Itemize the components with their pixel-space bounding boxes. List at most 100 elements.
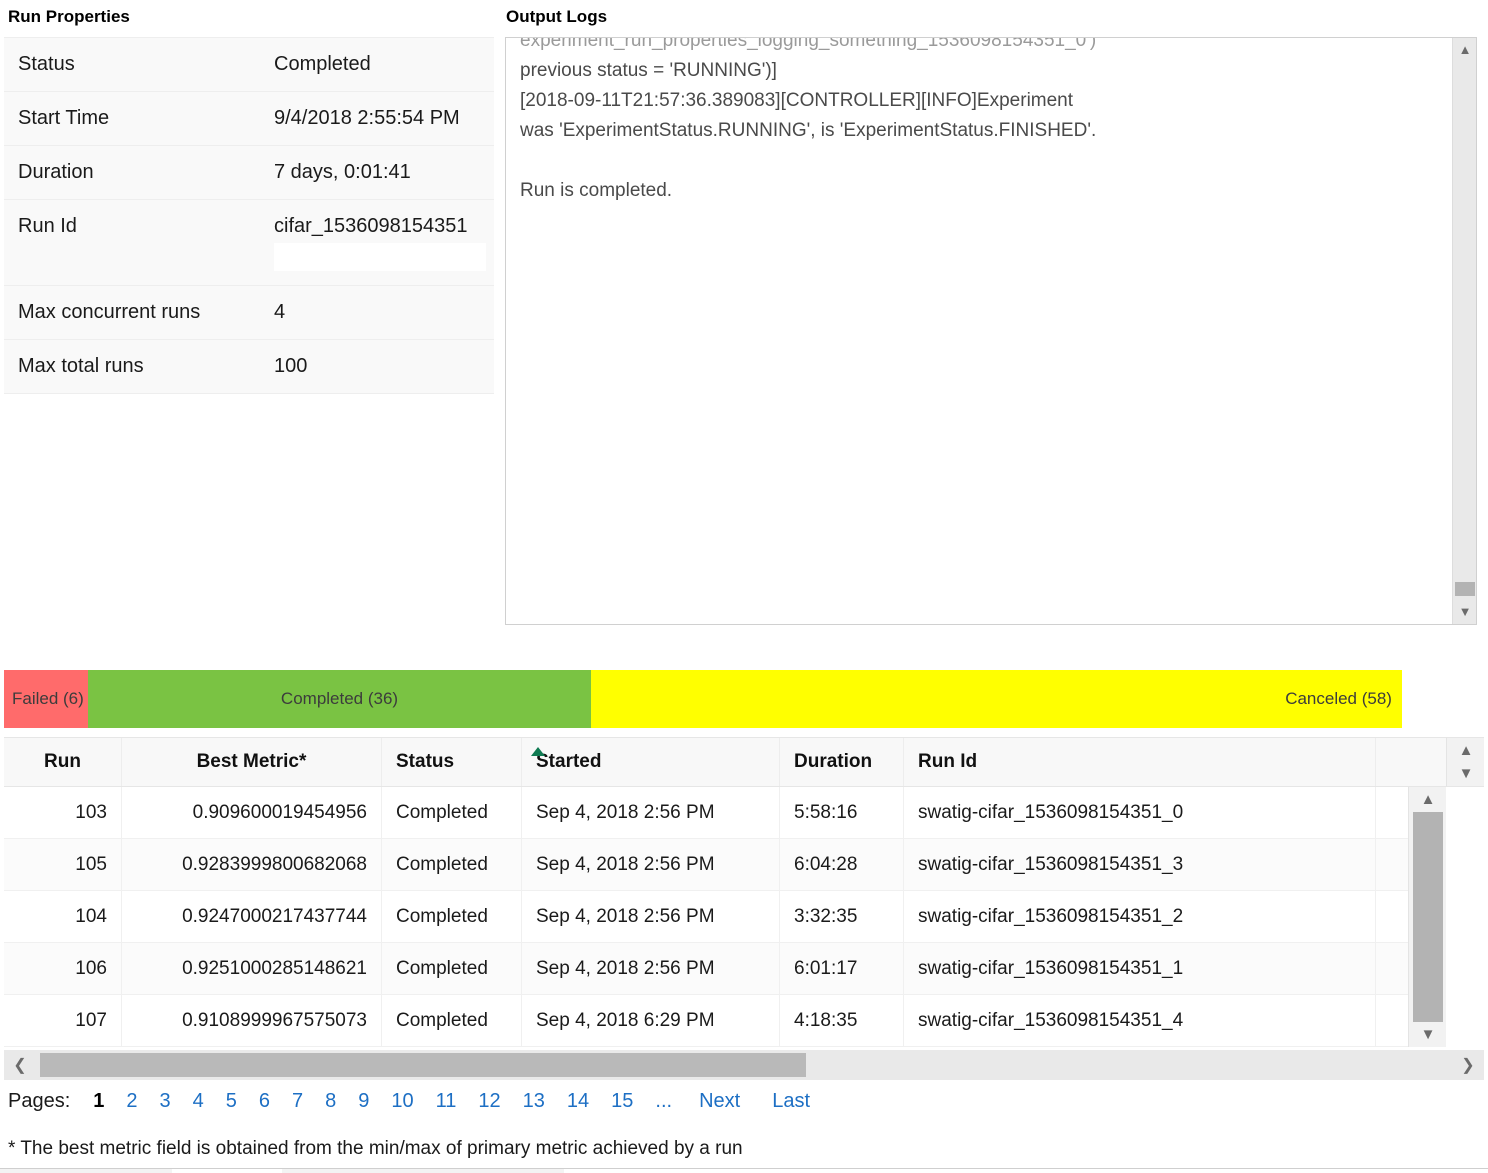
property-key: Run Id xyxy=(4,199,260,285)
page-bottom-edge xyxy=(0,1168,1488,1173)
table-row[interactable]: 107 0.9108999967575073 Completed Sep 4, … xyxy=(4,995,1446,1047)
output-logs-body: previous status = 'RUNNING')] [2018-09-1… xyxy=(520,60,1096,201)
scroll-left-icon[interactable]: ❮ xyxy=(4,1050,36,1080)
run-properties-table: Status Completed Start Time 9/4/2018 2:5… xyxy=(4,37,494,394)
cell-run: 107 xyxy=(4,995,122,1046)
cell-status: Completed xyxy=(382,787,522,838)
cell-best-metric: 0.9283999800682068 xyxy=(122,839,382,890)
sort-ascending-icon xyxy=(531,747,545,756)
output-logs-content: experiment_run_properties_logging_someth… xyxy=(520,37,1430,206)
run-details-page: Run Properties Status Completed Start Ti… xyxy=(0,0,1488,1173)
status-segment-label: Completed (36) xyxy=(88,689,591,709)
cell-status: Completed xyxy=(382,995,522,1046)
page-link-2[interactable]: 2 xyxy=(126,1090,137,1113)
cell-best-metric: 0.9108999967575073 xyxy=(122,995,382,1046)
column-header-started[interactable]: Started xyxy=(522,738,780,786)
best-metric-footnote: * The best metric field is obtained from… xyxy=(8,1138,743,1160)
column-header-started-label: Started xyxy=(536,751,601,773)
column-header-status[interactable]: Status xyxy=(382,738,522,786)
page-link-4[interactable]: 4 xyxy=(193,1090,204,1113)
table-row[interactable]: 106 0.9251000285148621 Completed Sep 4, … xyxy=(4,943,1446,995)
page-link-10[interactable]: 10 xyxy=(391,1090,413,1113)
run-properties-panel: Run Properties Status Completed Start Ti… xyxy=(4,8,494,394)
output-logs-scrollbar[interactable]: ▲ ▼ xyxy=(1452,38,1476,624)
property-value: 4 xyxy=(260,285,494,339)
cell-duration: 5:58:16 xyxy=(780,787,904,838)
scrollbar-thumb[interactable] xyxy=(40,1053,806,1077)
cell-started: Sep 4, 2018 2:56 PM xyxy=(522,891,780,942)
page-link-14[interactable]: 14 xyxy=(567,1090,589,1113)
table-row: Max total runs 100 xyxy=(4,339,494,393)
page-link-9[interactable]: 9 xyxy=(358,1090,369,1113)
run-id-overflow-box xyxy=(274,243,486,271)
cell-duration: 6:04:28 xyxy=(780,839,904,890)
page-link-15[interactable]: 15 xyxy=(611,1090,633,1113)
column-header-spacer xyxy=(1376,738,1446,786)
scroll-up-icon[interactable]: ▲ xyxy=(1447,738,1485,763)
table-row: Start Time 9/4/2018 2:55:54 PM xyxy=(4,91,494,145)
table-row[interactable]: 105 0.9283999800682068 Completed Sep 4, … xyxy=(4,839,1446,891)
table-row[interactable]: 104 0.9247000217437744 Completed Sep 4, … xyxy=(4,891,1446,943)
cell-run: 106 xyxy=(4,943,122,994)
scroll-up-icon[interactable]: ▲ xyxy=(1453,38,1477,62)
column-header-best-metric[interactable]: Best Metric* xyxy=(122,738,382,786)
scrollbar-thumb[interactable] xyxy=(1455,582,1475,596)
status-segment-canceled[interactable]: Canceled (58) xyxy=(591,670,1402,728)
property-key: Start Time xyxy=(4,91,260,145)
scroll-down-icon[interactable]: ▼ xyxy=(1453,600,1477,624)
pagination-last[interactable]: Last xyxy=(772,1090,810,1113)
cell-best-metric: 0.9251000285148621 xyxy=(122,943,382,994)
page-link-11[interactable]: 11 xyxy=(436,1090,457,1113)
runs-table-body: 103 0.909600019454956 Completed Sep 4, 2… xyxy=(4,787,1446,1047)
property-value-runid: cifar_1536098154351 xyxy=(260,199,494,285)
runs-table-outer: Run Best Metric* Status Started Duration… xyxy=(4,737,1484,1047)
cell-best-metric: 0.9247000217437744 xyxy=(122,891,382,942)
scrollbar-thumb[interactable] xyxy=(1413,812,1443,1022)
output-logs-title: Output Logs xyxy=(506,8,1477,27)
page-link-1[interactable]: 1 xyxy=(93,1090,104,1113)
cell-started: Sep 4, 2018 2:56 PM xyxy=(522,787,780,838)
pagination-next[interactable]: Next xyxy=(699,1090,740,1113)
pagination: Pages: 1 2 3 4 5 6 7 8 9 10 11 12 13 14 … xyxy=(8,1090,826,1113)
column-header-duration[interactable]: Duration xyxy=(780,738,904,786)
cell-best-metric: 0.909600019454956 xyxy=(122,787,382,838)
column-header-run[interactable]: Run xyxy=(4,738,122,786)
cell-started: Sep 4, 2018 6:29 PM xyxy=(522,995,780,1046)
page-link-13[interactable]: 13 xyxy=(523,1090,545,1113)
table-row[interactable]: 103 0.909600019454956 Completed Sep 4, 2… xyxy=(4,787,1446,839)
property-value: 7 days, 0:01:41 xyxy=(260,145,494,199)
cell-started: Sep 4, 2018 2:56 PM xyxy=(522,943,780,994)
page-link-6[interactable]: 6 xyxy=(259,1090,270,1113)
runs-table-header-row: Run Best Metric* Status Started Duration… xyxy=(4,737,1446,787)
cell-run: 104 xyxy=(4,891,122,942)
page-link-5[interactable]: 5 xyxy=(226,1090,237,1113)
status-segment-label: Canceled (58) xyxy=(591,689,1402,709)
cell-run-id: swatig-cifar_1536098154351_4 xyxy=(904,995,1376,1046)
page-link-7[interactable]: 7 xyxy=(292,1090,303,1113)
output-logs-box[interactable]: experiment_run_properties_logging_someth… xyxy=(505,37,1477,625)
page-link-12[interactable]: 12 xyxy=(478,1090,500,1113)
property-value: 9/4/2018 2:55:54 PM xyxy=(260,91,494,145)
output-logs-clipped-line: experiment_run_properties_logging_someth… xyxy=(520,37,1096,51)
cell-run: 103 xyxy=(4,787,122,838)
cell-started: Sep 4, 2018 2:56 PM xyxy=(522,839,780,890)
runs-table-header-scroll-buttons[interactable]: ▲ ▼ xyxy=(1446,737,1484,787)
property-key: Status xyxy=(4,37,260,91)
runs-table-vertical-scrollbar[interactable]: ▲ ▼ xyxy=(1408,787,1446,1047)
cell-status: Completed xyxy=(382,943,522,994)
page-link-8[interactable]: 8 xyxy=(325,1090,336,1113)
scroll-up-icon[interactable]: ▲ xyxy=(1409,787,1447,812)
status-distribution-bar: Failed (6) Completed (36) Canceled (58) xyxy=(4,670,1402,728)
scroll-right-icon[interactable]: ❯ xyxy=(1452,1050,1484,1080)
scroll-down-icon[interactable]: ▼ xyxy=(1409,1022,1447,1047)
property-key: Max concurrent runs xyxy=(4,285,260,339)
scroll-down-icon[interactable]: ▼ xyxy=(1447,761,1485,786)
column-header-run-id[interactable]: Run Id xyxy=(904,738,1376,786)
runs-table-horizontal-scrollbar[interactable]: ❮ ❯ xyxy=(4,1050,1484,1080)
status-segment-completed[interactable]: Completed (36) xyxy=(88,670,591,728)
table-row: Status Completed xyxy=(4,37,494,91)
cell-run-id: swatig-cifar_1536098154351_0 xyxy=(904,787,1376,838)
status-segment-failed[interactable]: Failed (6) xyxy=(4,670,88,728)
page-link-3[interactable]: 3 xyxy=(160,1090,171,1113)
property-key: Max total runs xyxy=(4,339,260,393)
